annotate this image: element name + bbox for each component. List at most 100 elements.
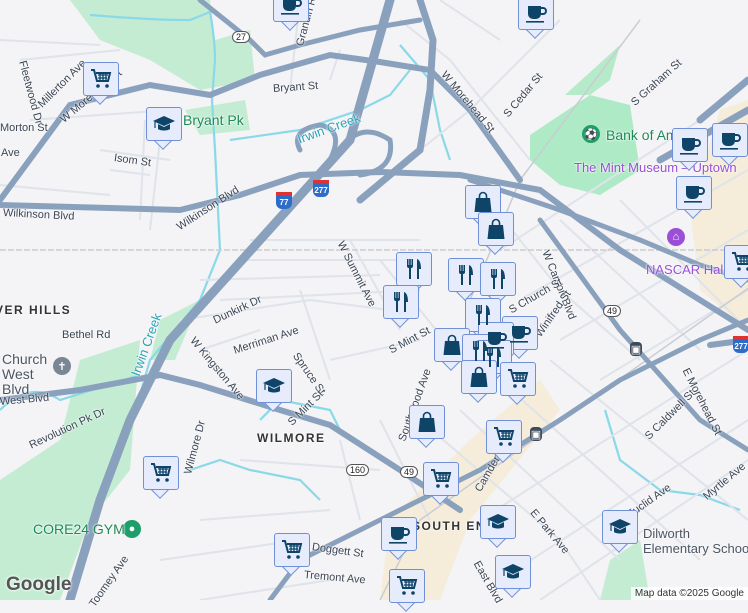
marker-box — [434, 328, 470, 362]
marker-box — [602, 510, 638, 544]
cart-icon — [394, 574, 420, 598]
i-277-shield: 277 — [733, 336, 748, 353]
coffee-marker[interactable] — [672, 128, 708, 172]
restaurant-icon — [470, 303, 496, 327]
restaurant-icon — [485, 267, 511, 291]
cart-marker[interactable] — [83, 62, 119, 106]
marker-box — [143, 456, 179, 490]
marker-box — [672, 128, 708, 162]
cart-marker[interactable] — [423, 462, 459, 506]
poi-label[interactable]: Dilworth Elementary School — [643, 526, 748, 556]
park-label: Bryant Pk — [183, 112, 244, 128]
cart-marker[interactable] — [724, 245, 748, 289]
cart-marker[interactable] — [500, 362, 536, 406]
graduation-cap-marker[interactable] — [602, 510, 638, 554]
marker-box — [383, 285, 419, 319]
graduation-cap-icon — [607, 515, 633, 539]
us-27-shield: 27 — [232, 31, 251, 43]
graduation-cap-marker[interactable] — [480, 505, 516, 549]
coffee-icon — [717, 128, 743, 152]
marker-box — [500, 362, 536, 396]
restaurant-icon — [453, 263, 479, 287]
poi-label[interactable]: CORE24 GYM — [33, 521, 125, 537]
marker-box — [480, 262, 516, 296]
graduation-cap-marker[interactable] — [495, 555, 531, 599]
marker-box — [724, 245, 748, 279]
marker-box — [381, 517, 417, 551]
coffee-icon — [677, 133, 703, 157]
church-pin-icon[interactable]: ✝ — [53, 357, 71, 375]
museum-pin-icon[interactable]: ⌂ — [667, 228, 685, 246]
i-77-shield: 77 — [276, 192, 292, 209]
poi-label[interactable]: Church West Blvd — [2, 352, 52, 397]
restaurant-marker[interactable] — [448, 258, 484, 302]
coffee-icon — [523, 1, 549, 25]
nc-160-shield: 160 — [346, 464, 370, 476]
gym-pin-icon[interactable]: ● — [123, 520, 141, 538]
us-49-shield: 49 — [400, 466, 419, 478]
marker-box — [409, 405, 445, 439]
marker-box — [146, 107, 182, 141]
shopping-bag-icon — [414, 410, 440, 434]
cart-icon — [148, 461, 174, 485]
transit-icon[interactable]: ▣ — [530, 427, 542, 441]
coffee-icon — [386, 522, 412, 546]
neighborhood-label: WILMORE — [257, 431, 326, 445]
marker-box — [256, 369, 292, 403]
marker-box — [712, 123, 748, 157]
marker-box — [461, 360, 497, 394]
coffee-icon — [681, 181, 707, 205]
graduation-cap-icon — [261, 374, 287, 398]
map-attribution[interactable]: Map data ©2025 Google — [630, 587, 748, 600]
marker-box — [396, 252, 432, 286]
graduation-cap-marker[interactable] — [146, 107, 182, 151]
coffee-marker[interactable] — [712, 123, 748, 167]
marker-box — [448, 258, 484, 292]
restaurant-icon — [401, 257, 427, 281]
i-277-shield: 277 — [313, 180, 329, 197]
coffee-marker[interactable] — [381, 517, 417, 561]
street-label: Bethel Rd — [62, 329, 111, 341]
marker-box — [389, 569, 425, 603]
stadium-pin-icon[interactable]: ⚽ — [582, 125, 600, 143]
graduation-cap-marker[interactable] — [256, 369, 292, 413]
shopping-bag-icon — [470, 190, 496, 214]
marker-box — [676, 176, 712, 210]
shopping-bag-icon — [439, 333, 465, 357]
cart-marker[interactable] — [486, 420, 522, 464]
marker-box — [495, 555, 531, 589]
shopping-bag-marker[interactable] — [409, 405, 445, 449]
cart-icon — [88, 67, 114, 91]
cart-icon — [505, 367, 531, 391]
marker-box — [478, 212, 514, 246]
street-label: Ave — [1, 147, 20, 159]
cart-marker[interactable] — [143, 456, 179, 500]
marker-box — [518, 0, 554, 30]
shopping-bag-icon — [466, 365, 492, 389]
marker-box — [83, 62, 119, 96]
coffee-marker[interactable] — [676, 176, 712, 220]
transit-icon[interactable]: ▣ — [630, 342, 642, 356]
marker-box — [273, 0, 309, 22]
shopping-bag-icon — [483, 217, 509, 241]
us-49-shield: 49 — [603, 305, 622, 317]
cart-icon — [491, 425, 517, 449]
coffee-icon — [278, 0, 304, 17]
graduation-cap-icon — [485, 510, 511, 534]
neighborhood-label: RIVER HILLS — [0, 303, 72, 317]
cart-marker[interactable] — [274, 533, 310, 577]
marker-box — [465, 185, 501, 219]
cart-marker[interactable] — [389, 569, 425, 613]
shopping-bag-marker[interactable] — [478, 212, 514, 256]
marker-box — [480, 505, 516, 539]
cart-icon — [729, 250, 748, 274]
graduation-cap-icon — [151, 112, 177, 136]
street-label: Morton St — [0, 122, 48, 134]
coffee-icon — [507, 321, 533, 345]
graduation-cap-icon — [500, 560, 526, 584]
shopping-bag-marker[interactable] — [461, 360, 497, 404]
marker-box — [274, 533, 310, 567]
coffee-marker[interactable] — [518, 0, 554, 40]
coffee-marker[interactable] — [273, 0, 309, 32]
restaurant-marker[interactable] — [383, 285, 419, 329]
